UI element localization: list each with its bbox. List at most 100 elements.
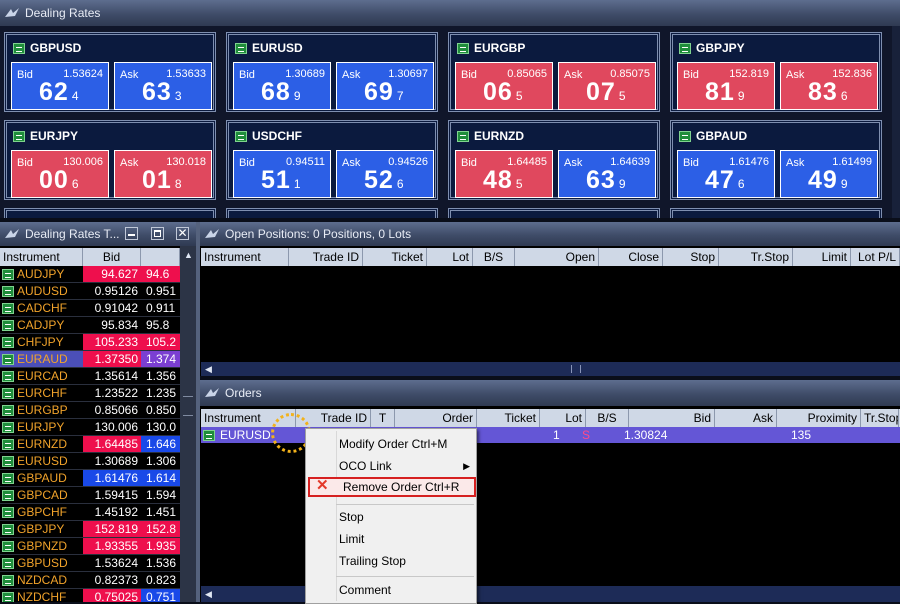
row-bid[interactable]: 94.627 xyxy=(83,266,141,282)
rates-table-row[interactable]: EURCAD 1.35614 1.356 xyxy=(0,368,180,385)
col-open[interactable]: Open xyxy=(515,248,599,266)
col-b-s[interactable]: B/S xyxy=(586,409,629,427)
menu-item-oco-link[interactable]: OCO Link ▶ xyxy=(306,456,476,476)
menu-item-trailing-stop[interactable]: Trailing Stop xyxy=(306,551,476,571)
scroll-thumb[interactable] xyxy=(183,396,193,416)
currency-tile[interactable]: EURNZD Bid 1.64485 48 5 Ask 1.64639 63 9 xyxy=(448,120,660,200)
ask-quote-button[interactable]: Ask 1.64639 63 9 xyxy=(558,150,656,198)
row-ask[interactable]: 1.451 xyxy=(141,504,180,520)
row-bid[interactable]: 1.93355 xyxy=(83,538,141,554)
col-order[interactable]: Order xyxy=(395,409,477,427)
col-ask[interactable]: Ask xyxy=(715,409,777,427)
col-instrument[interactable]: Instrument xyxy=(0,248,83,266)
bid-quote-button[interactable]: Bid 152.819 81 9 xyxy=(677,62,775,110)
col-b-s[interactable]: B/S xyxy=(473,248,515,266)
currency-tile[interactable] xyxy=(4,208,216,218)
row-ask[interactable]: 1.356 xyxy=(141,368,180,384)
row-bid[interactable]: 1.45192 xyxy=(83,504,141,520)
row-bid[interactable]: 1.59415 xyxy=(83,487,141,503)
row-ask[interactable]: 1.306 xyxy=(141,453,180,469)
rates-table-row[interactable]: EURAUD 1.37350 1.374 xyxy=(0,351,180,368)
col-tr-stop[interactable]: Tr.Stop xyxy=(719,248,793,266)
menu-item-modify-order[interactable]: Modify Order Ctrl+M xyxy=(306,434,476,454)
col-lot-p-l[interactable]: Lot P/L xyxy=(851,248,900,266)
bid-quote-button[interactable]: Bid 1.30689 68 9 xyxy=(233,62,331,110)
row-ask[interactable]: 105.2 xyxy=(141,334,180,350)
ask-quote-button[interactable]: Ask 130.018 01 8 xyxy=(114,150,212,198)
currency-tile[interactable] xyxy=(226,208,438,218)
row-bid[interactable]: 0.91042 xyxy=(83,300,141,316)
currency-tile[interactable]: GBPJPY Bid 152.819 81 9 Ask 152.836 83 6 xyxy=(670,32,882,112)
col-limit[interactable]: Limit xyxy=(793,248,851,266)
ask-quote-button[interactable]: Ask 1.61499 49 9 xyxy=(780,150,878,198)
ask-quote-button[interactable]: Ask 1.30697 69 7 xyxy=(336,62,434,110)
col-bid[interactable]: Bid xyxy=(83,248,141,266)
row-bid[interactable]: 1.61476 xyxy=(83,470,141,486)
ask-quote-button[interactable]: Ask 0.85075 07 5 xyxy=(558,62,656,110)
rates-table-row[interactable]: NZDCAD 0.82373 0.823 xyxy=(0,572,180,589)
row-bid[interactable]: 1.37350 xyxy=(83,351,141,367)
row-ask[interactable]: 1.235 xyxy=(141,385,180,401)
row-ask[interactable]: 1.646 xyxy=(141,436,180,452)
rates-table-row[interactable]: GBPAUD 1.61476 1.614 xyxy=(0,470,180,487)
col-tr-stop[interactable]: Tr.Stop xyxy=(861,409,899,427)
bid-quote-button[interactable]: Bid 1.64485 48 5 xyxy=(455,150,553,198)
rates-table-row[interactable]: EURNZD 1.64485 1.646 xyxy=(0,436,180,453)
row-bid[interactable]: 1.30689 xyxy=(83,453,141,469)
hscroll-thumb[interactable] xyxy=(571,365,581,373)
row-ask[interactable]: 94.6 xyxy=(141,266,180,282)
row-bid[interactable]: 105.233 xyxy=(83,334,141,350)
row-bid[interactable]: 0.95126 xyxy=(83,283,141,299)
close-button[interactable]: ✕ xyxy=(176,227,189,240)
row-bid[interactable]: 1.35614 xyxy=(83,368,141,384)
row-ask[interactable]: 1.594 xyxy=(141,487,180,503)
ask-quote-button[interactable]: Ask 0.94526 52 6 xyxy=(336,150,434,198)
menu-item-comment[interactable]: Comment xyxy=(306,580,476,600)
row-ask[interactable]: 130.0 xyxy=(141,419,180,435)
row-bid[interactable]: 1.23522 xyxy=(83,385,141,401)
currency-tile[interactable]: EURUSD Bid 1.30689 68 9 Ask 1.30697 69 7 xyxy=(226,32,438,112)
row-bid[interactable]: 152.819 xyxy=(83,521,141,537)
maximize-button[interactable] xyxy=(151,227,164,240)
bid-quote-button[interactable]: Bid 130.006 00 6 xyxy=(11,150,109,198)
currency-tile[interactable]: GBPAUD Bid 1.61476 47 6 Ask 1.61499 49 9 xyxy=(670,120,882,200)
currency-tile[interactable]: USDCHF Bid 0.94511 51 1 Ask 0.94526 52 6 xyxy=(226,120,438,200)
col-trade-id[interactable]: Trade ID xyxy=(289,248,363,266)
row-bid[interactable]: 130.006 xyxy=(83,419,141,435)
col-ticket[interactable]: Ticket xyxy=(477,409,540,427)
row-ask[interactable]: 152.8 xyxy=(141,521,180,537)
rates-table-row[interactable]: CHFJPY 105.233 105.2 xyxy=(0,334,180,351)
menu-item-stop[interactable]: Stop xyxy=(306,507,476,527)
currency-tile[interactable]: GBPUSD Bid 1.53624 62 4 Ask 1.53633 63 3 xyxy=(4,32,216,112)
currency-tile[interactable]: EURGBP Bid 0.85065 06 5 Ask 0.85075 07 5 xyxy=(448,32,660,112)
scroll-up-icon[interactable]: ▲ xyxy=(184,250,193,260)
row-bid[interactable]: 0.85066 xyxy=(83,402,141,418)
bid-quote-button[interactable]: Bid 0.94511 51 1 xyxy=(233,150,331,198)
row-bid[interactable]: 1.64485 xyxy=(83,436,141,452)
row-ask[interactable]: 1.536 xyxy=(141,555,180,571)
bid-quote-button[interactable]: Bid 1.53624 62 4 xyxy=(11,62,109,110)
menu-item-remove-order[interactable]: ✕ Remove Order Ctrl+R xyxy=(308,477,476,497)
row-bid[interactable]: 0.75025 xyxy=(83,589,141,602)
currency-tile[interactable] xyxy=(670,208,882,218)
rates-table-row[interactable]: AUDUSD 0.95126 0.951 xyxy=(0,283,180,300)
bid-quote-button[interactable]: Bid 0.85065 06 5 xyxy=(455,62,553,110)
ask-quote-button[interactable]: Ask 1.53633 63 3 xyxy=(114,62,212,110)
scroll-left-icon[interactable]: ◀ xyxy=(205,589,212,600)
currency-tile[interactable]: EURJPY Bid 130.006 00 6 Ask 130.018 01 8 xyxy=(4,120,216,200)
row-ask[interactable]: 1.614 xyxy=(141,470,180,486)
row-bid[interactable]: 0.82373 xyxy=(83,572,141,588)
col-instrument[interactable]: Instrument xyxy=(201,248,289,266)
row-ask[interactable]: 0.751 xyxy=(141,589,180,602)
ask-quote-button[interactable]: Ask 152.836 83 6 xyxy=(780,62,878,110)
row-ask[interactable]: 1.935 xyxy=(141,538,180,554)
rates-table-row[interactable]: EURJPY 130.006 130.0 xyxy=(0,419,180,436)
rates-table-row[interactable]: GBPUSD 1.53624 1.536 xyxy=(0,555,180,572)
bid-quote-button[interactable]: Bid 1.61476 47 6 xyxy=(677,150,775,198)
rates-table-row[interactable]: EURCHF 1.23522 1.235 xyxy=(0,385,180,402)
rates-table-row[interactable]: CADJPY 95.834 95.8 xyxy=(0,317,180,334)
rates-table-row[interactable]: GBPCHF 1.45192 1.451 xyxy=(0,504,180,521)
col-ticket[interactable]: Ticket xyxy=(363,248,427,266)
row-ask[interactable]: 0.951 xyxy=(141,283,180,299)
row-ask[interactable]: 0.823 xyxy=(141,572,180,588)
